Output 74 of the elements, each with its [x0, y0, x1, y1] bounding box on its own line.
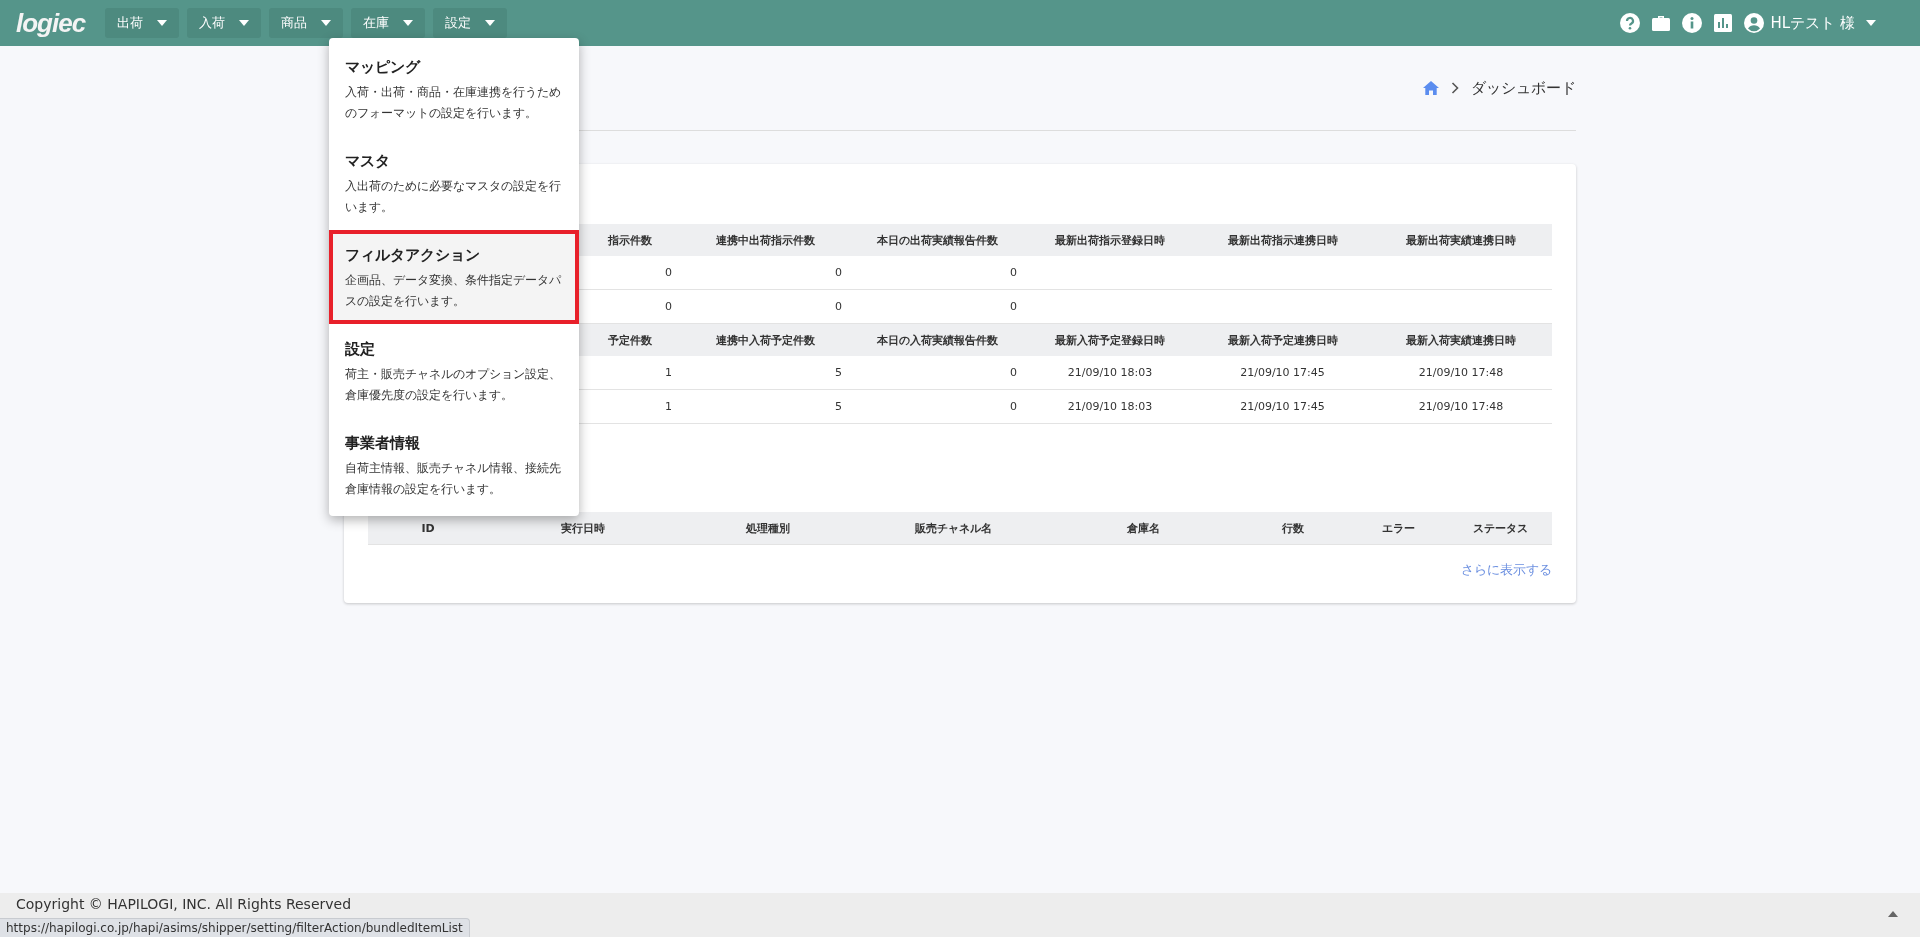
user-name[interactable]: HLテスト 様	[1770, 13, 1855, 33]
copyright-text: Copyright © HAPILOGI, INC. All Rights Reserved	[16, 896, 352, 913]
caret-icon	[1866, 20, 1876, 26]
column-header: 最新出荷指示連携日時	[1195, 224, 1370, 256]
menu-item-title: 事業者情報	[345, 434, 421, 453]
status-url: https://hapilogi.co.jp/hapi/asims/shipper/setting/filterAction/bundledItemList	[0, 918, 470, 937]
column-header: 最新入荷実績連携日時	[1370, 324, 1552, 356]
column-header: 本日の入荷実績報告件数	[850, 324, 1025, 356]
column-header: 販売チャネル名	[858, 512, 1048, 544]
menu-item-description: 企画品、データ変換、条件指定データパスの設定を行います。	[345, 272, 562, 310]
table-cell: 0	[850, 256, 1025, 290]
menu-item[interactable]: 設定 荷主・販売チャネルのオプション設定、倉庫優先度の設定を行います。	[329, 324, 579, 418]
breadcrumb-current: ダッシュボード	[1471, 78, 1576, 98]
show-more-link[interactable]: さらに表示する	[1461, 561, 1552, 579]
nav-menu-button[interactable]: 設定	[433, 8, 508, 38]
nav-menu-button[interactable]: 入荷	[187, 8, 262, 38]
column-header: 連携中入荷予定件数	[680, 324, 850, 356]
table-cell: 0	[680, 256, 850, 290]
table-cell: 21/09/10 17:45	[1195, 356, 1370, 390]
help-icon[interactable]	[1619, 13, 1640, 33]
logo[interactable]: logiec	[16, 7, 86, 39]
table-cell: 1	[580, 356, 680, 390]
menu-item-description: 入荷・出荷・商品・在庫連携を行うためのフォーマットの設定を行います。	[345, 84, 562, 122]
column-header: 最新入荷予定連携日時	[1195, 324, 1370, 356]
menu-item[interactable]: マスタ 入出荷のために必要なマスタの設定を行います。	[329, 136, 579, 230]
menu-item-title: 設定	[345, 340, 376, 359]
chevron-right-icon	[1451, 82, 1459, 94]
menu-item[interactable]: マッピング 入荷・出荷・商品・在庫連携を行うためのフォーマットの設定を行います。	[329, 42, 579, 136]
column-header: 最新入荷予定登録日時	[1025, 324, 1195, 356]
bar-chart-icon[interactable]	[1712, 13, 1733, 33]
table-cell: 1	[580, 390, 680, 424]
briefcase-icon[interactable]	[1650, 13, 1671, 33]
menu-item-description: 自荷主情報、販売チャネル情報、接続先倉庫情報の設定を行います。	[345, 460, 562, 498]
column-header: 倉庫名	[1048, 512, 1238, 544]
column-header: ステータス	[1448, 512, 1552, 544]
column-header: 予定件数	[580, 324, 680, 356]
menu-item-description: 入出荷のために必要なマスタの設定を行います。	[345, 178, 562, 216]
caret-icon	[157, 20, 168, 26]
menu-item-title: マッピング	[345, 58, 422, 77]
menu-item-title: フィルタアクション	[345, 246, 481, 265]
column-header: 本日の出荷実績報告件数	[850, 224, 1025, 256]
table-cell: 21/09/10 17:45	[1195, 390, 1370, 424]
table-cell: 0	[850, 390, 1025, 424]
column-header: 処理種別	[678, 512, 858, 544]
column-header: 実行日時	[488, 512, 678, 544]
table-cell: 5	[680, 390, 850, 424]
user-avatar-icon[interactable]	[1743, 13, 1764, 33]
table-cell: 0	[580, 256, 680, 290]
nav-menu-button[interactable]: 出荷	[105, 8, 180, 38]
table-cell: 21/09/10 18:03	[1025, 390, 1195, 424]
column-header: 連携中出荷指示件数	[680, 224, 850, 256]
column-header: エラー	[1348, 512, 1448, 544]
menu-item[interactable]: フィルタアクション 企画品、データ変換、条件指定データパスの設定を行います。	[329, 230, 579, 324]
home-icon[interactable]	[1423, 81, 1439, 95]
table-cell: 21/09/10 18:03	[1025, 356, 1195, 390]
caret-icon	[239, 20, 250, 26]
table-cell: 21/09/10 17:48	[1370, 390, 1552, 424]
info-icon[interactable]	[1681, 13, 1702, 33]
caret-icon	[403, 20, 414, 26]
menu-item-title: マスタ	[345, 152, 391, 171]
nav-menu-button[interactable]: 商品	[269, 8, 344, 38]
caret-icon	[485, 20, 496, 26]
column-header: 最新出荷実績連携日時	[1370, 224, 1552, 256]
caret-up-icon[interactable]	[1888, 911, 1898, 917]
menu-item-description: 荷主・販売チャネルのオプション設定、倉庫優先度の設定を行います。	[345, 366, 562, 404]
table-cell: 21/09/10 17:48	[1370, 356, 1552, 390]
nav-menu-button[interactable]: 在庫	[351, 8, 426, 38]
column-header: 最新出荷指示登録日時	[1025, 224, 1195, 256]
caret-icon	[321, 20, 332, 26]
column-header: 指示件数	[580, 224, 680, 256]
column-header: 行数	[1238, 512, 1348, 544]
table-cell: 5	[680, 356, 850, 390]
table-cell: 0	[850, 356, 1025, 390]
menu-item[interactable]: 事業者情報 自荷主情報、販売チャネル情報、接続先倉庫情報の設定を行います。	[329, 418, 579, 512]
